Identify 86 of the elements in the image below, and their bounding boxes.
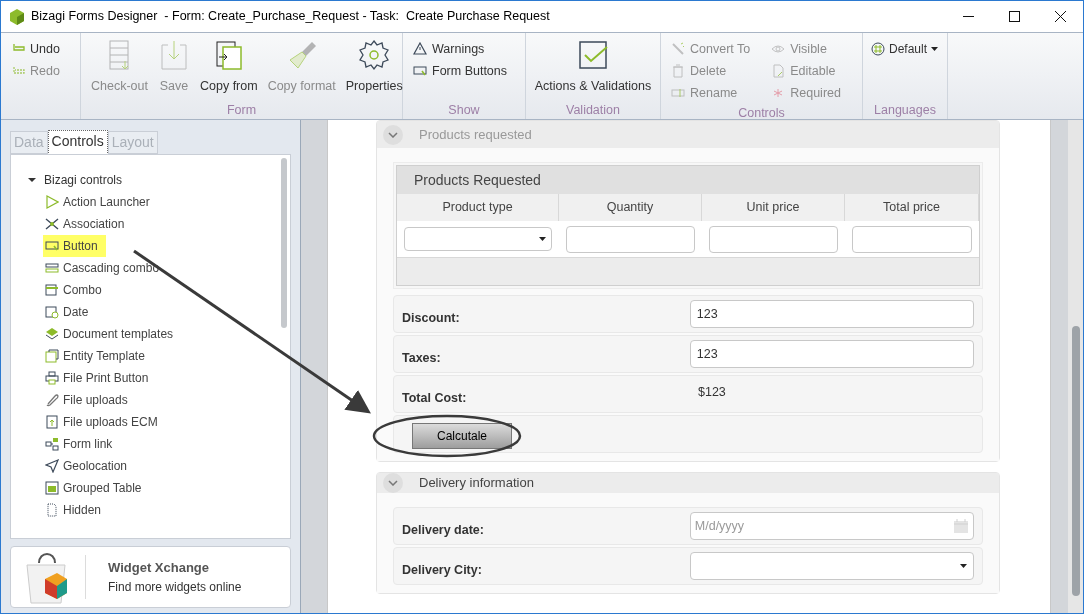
caret-icon [960, 564, 967, 568]
tree-item[interactable]: Button [43, 234, 106, 257]
calculate-button[interactable]: Calcutale [412, 423, 512, 449]
group-label: Controls [738, 105, 785, 122]
app-logo-icon [10, 8, 24, 25]
group-label: Languages [874, 102, 936, 119]
section-header[interactable]: Delivery information [377, 473, 999, 493]
list-icon [45, 260, 59, 275]
caret-icon [539, 237, 546, 241]
table-icon [45, 480, 59, 495]
calendar-icon [953, 518, 969, 534]
language-dropdown[interactable]: Default [871, 38, 941, 60]
warning-icon [413, 42, 427, 56]
layers-icon [45, 326, 59, 341]
window-title: Bizagi Forms Designer - Form: Create_Purchase_Request - Task: Create Purchase Request [31, 8, 550, 26]
calendar-icon [45, 304, 59, 319]
save-icon [158, 39, 190, 71]
close-icon[interactable] [1054, 11, 1066, 22]
text-field[interactable] [852, 225, 972, 253]
chevron-shape [388, 480, 398, 486]
widget-xchange-subtitle: Find more widgets online [108, 578, 242, 596]
panel-tab[interactable]: Controls [47, 129, 108, 155]
form-button-icon [413, 64, 427, 78]
ribbon-button[interactable]: Copy from [196, 38, 262, 101]
chevron-shape [388, 131, 398, 138]
text-field[interactable] [566, 225, 695, 253]
table-title: Products Requested [397, 166, 979, 194]
ribbon-button[interactable]: Properties [341, 38, 407, 101]
tree-item[interactable]: Entity Template [43, 344, 153, 367]
field-value: $123 [698, 384, 726, 401]
upload-icon [45, 414, 59, 429]
field-label: Total Cost: [402, 389, 468, 407]
maximize-icon[interactable] [1008, 11, 1020, 22]
ribbon-button[interactable]: Warnings [413, 38, 515, 60]
combo-icon [45, 282, 59, 297]
tree-item[interactable]: File uploads [43, 388, 136, 411]
ribbon-button[interactable]: Undo [11, 38, 70, 60]
location-arrow-icon [45, 458, 59, 473]
square-icon [45, 348, 59, 363]
button-icon [45, 238, 59, 253]
scrollbar[interactable] [1071, 326, 1080, 596]
dotted-page-icon [45, 502, 59, 517]
tree-item[interactable]: File Print Button [43, 366, 157, 389]
group-label: Form [226, 102, 257, 119]
tree-group-label[interactable]: Bizagi controls [44, 170, 123, 189]
play-icon [45, 194, 59, 209]
tree-item[interactable]: Hidden [43, 498, 110, 521]
tree-item[interactable]: File uploads ECM [43, 410, 166, 433]
text-field[interactable]: 123 [689, 300, 974, 328]
hierarchy-icon [45, 436, 59, 451]
tree-item[interactable]: Grouped Table [43, 476, 150, 499]
magic-wand-icon [671, 42, 685, 56]
group-label: Show [448, 102, 480, 119]
field-label: Discount: [402, 309, 461, 327]
text-field[interactable] [709, 225, 838, 253]
ribbon-button[interactable]: Form Buttons [413, 60, 515, 82]
dropdown-field[interactable] [404, 227, 552, 251]
collapse-icon[interactable] [383, 473, 403, 493]
tree-item[interactable]: Form link [43, 432, 121, 455]
dropdown-field[interactable] [689, 552, 974, 580]
printer-icon [45, 370, 59, 385]
eye-icon [771, 42, 786, 56]
checkmark-icon [577, 39, 609, 71]
caret-icon [931, 47, 939, 51]
tree-item[interactable]: Action Launcher [43, 190, 158, 213]
field-label: Delivery City: [402, 561, 483, 579]
ribbon-button[interactable]: Actions & Validations [530, 38, 656, 101]
text-field[interactable]: 123 [689, 340, 974, 368]
trash-icon [671, 64, 685, 78]
tree-item[interactable]: Geolocation [43, 454, 136, 477]
field-label: Delivery date: [402, 521, 485, 539]
tree-item[interactable]: Combo [43, 278, 110, 301]
widget-xchange-card[interactable]: Widget Xchange Find more widgets online [10, 546, 291, 608]
globe-icon [871, 42, 885, 56]
editable-page-icon [771, 64, 786, 78]
group-label: Validation [566, 102, 620, 119]
tree-item[interactable]: Date [43, 300, 97, 323]
network-icon [45, 216, 59, 231]
tree-item[interactable]: Association [43, 212, 133, 235]
rename-icon [671, 86, 685, 100]
scrollbar[interactable] [281, 157, 287, 328]
field-label: Taxes: [402, 349, 442, 367]
tree-item[interactable]: Document templates [43, 322, 182, 345]
widget-xchange-title: Widget Xchange [108, 559, 210, 578]
gear-icon [358, 39, 391, 71]
collapse-icon[interactable] [383, 124, 403, 145]
